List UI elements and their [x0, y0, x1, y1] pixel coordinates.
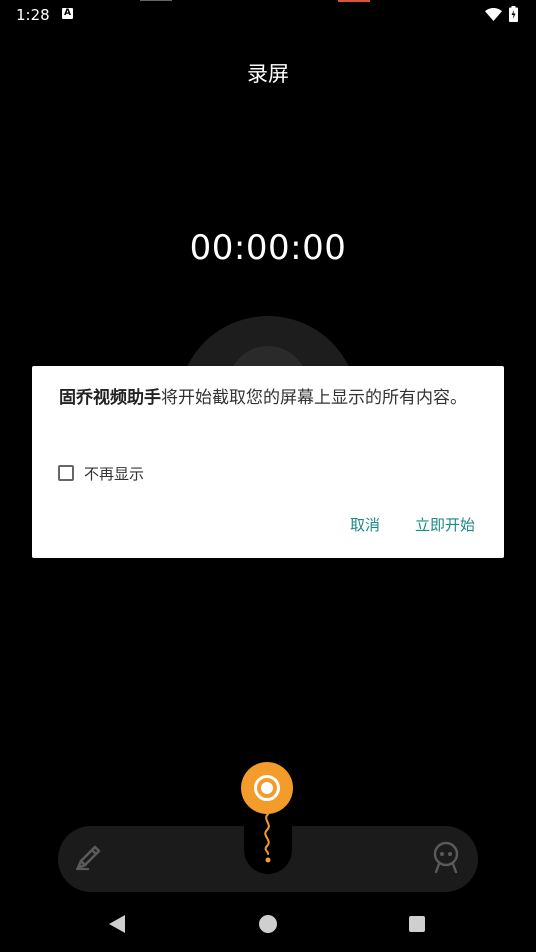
dialog-message: 固乔视频助手将开始截取您的屏幕上显示的所有内容。	[59, 384, 479, 412]
record-button[interactable]	[241, 762, 293, 814]
recents-icon[interactable]	[409, 916, 425, 932]
dont-show-again-label[interactable]: 不再显示	[84, 463, 144, 484]
recording-indicator	[338, 0, 370, 2]
battery-icon	[509, 6, 518, 22]
face-icon[interactable]	[430, 840, 462, 874]
page-title: 录屏	[247, 62, 289, 86]
wifi-icon	[485, 8, 502, 21]
notification-a-icon: A	[62, 8, 73, 19]
dialog-message-text: 将开始截取您的屏幕上显示的所有内容。	[161, 388, 467, 408]
top-indicator	[140, 0, 172, 1]
record-timer: 00:00:00	[189, 228, 347, 268]
cancel-button[interactable]: 取消	[350, 514, 380, 535]
record-dot-icon	[261, 782, 273, 794]
balloon-string-icon	[264, 813, 271, 863]
status-time: 1:28	[16, 6, 50, 24]
start-now-button[interactable]: 立即开始	[415, 514, 475, 535]
dialog-app-name: 固乔视频助手	[59, 388, 161, 408]
dont-show-again-row[interactable]: 不再显示	[58, 462, 144, 484]
home-icon[interactable]	[259, 915, 277, 933]
dont-show-again-checkbox[interactable]	[58, 465, 74, 481]
brush-icon[interactable]	[74, 840, 106, 872]
screen: 1:28 A 录屏 00:00:00 固乔视频助手将开始截取您的屏幕上显示的所有…	[0, 0, 536, 952]
status-bar: 1:28 A	[0, 0, 536, 30]
screen-capture-dialog: 固乔视频助手将开始截取您的屏幕上显示的所有内容。 不再显示 取消 立即开始	[32, 366, 504, 558]
back-icon[interactable]	[108, 914, 126, 934]
